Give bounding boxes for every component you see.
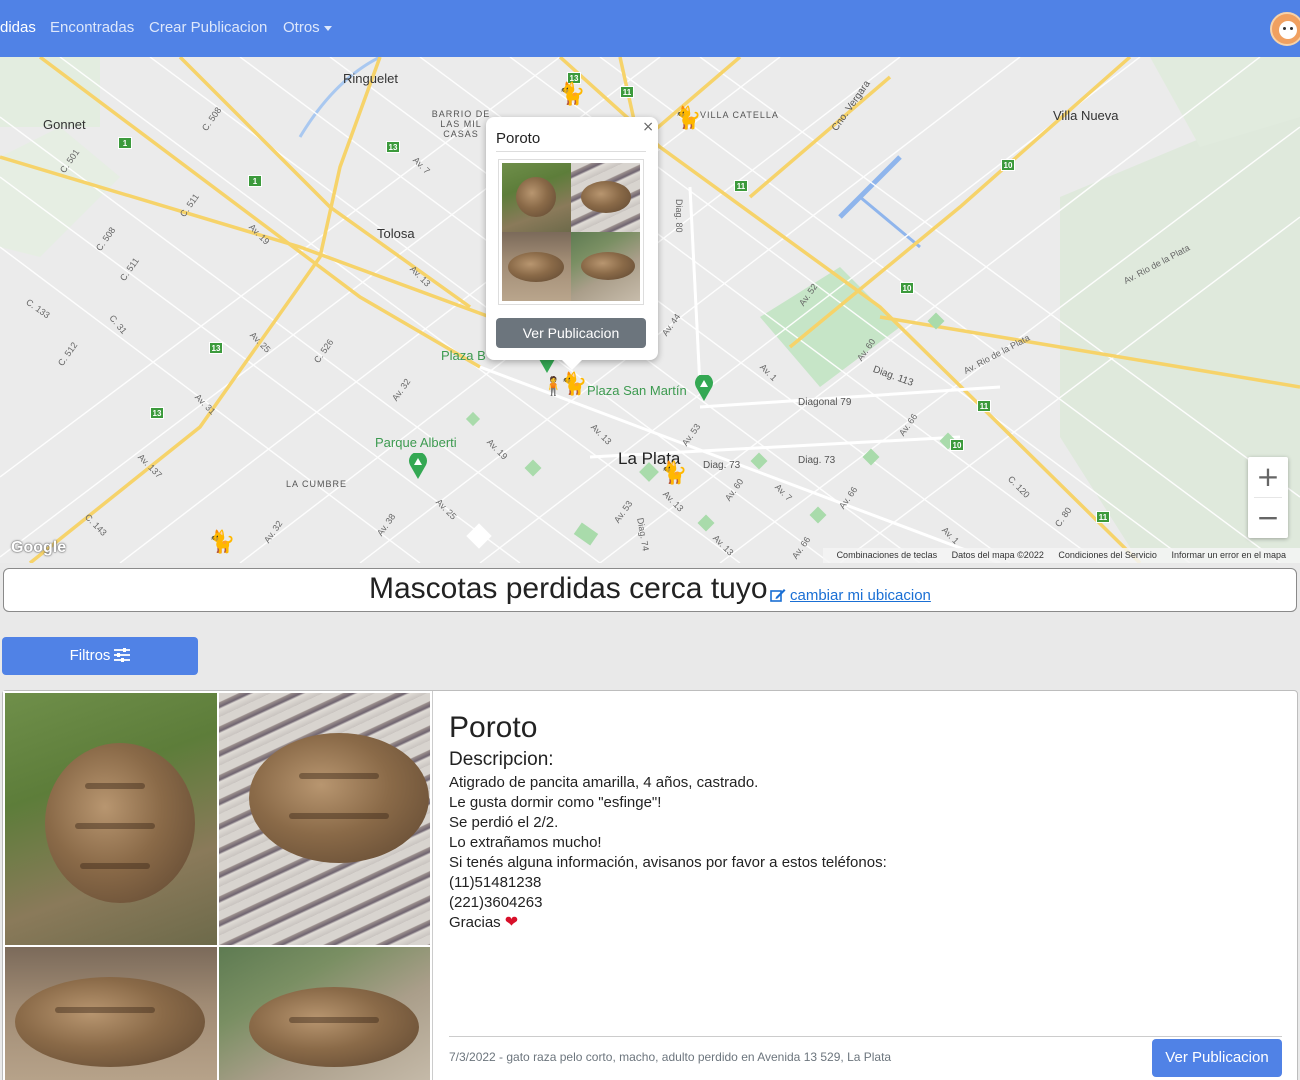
map[interactable]: Ringuelet Gonnet Tolosa Villa Nueva VILL…: [0, 57, 1300, 563]
card-photo-grid[interactable]: [3, 691, 433, 1080]
card-description-heading: Descripcion:: [449, 749, 554, 770]
route-shield: 11: [1096, 511, 1110, 523]
description-line: Lo extrañamos mucho!: [449, 834, 602, 851]
map-footer: Combinaciones de teclas Datos del mapa ©…: [822, 548, 1300, 563]
avatar-eye: [1283, 27, 1286, 30]
description-line: (11)51481238: [449, 874, 542, 891]
nav-encontradas[interactable]: Encontradas: [50, 19, 134, 36]
caret-down-icon: [323, 25, 332, 31]
nav-otros-label: Otros: [283, 19, 320, 36]
change-location-link[interactable]: cambiar mi ubicacion: [770, 587, 931, 604]
map-road-label: Diag. 80: [674, 199, 684, 233]
card-divider: [449, 1036, 1282, 1037]
description-line: Se perdió el 2/2.: [449, 814, 559, 831]
cat-marker-icon[interactable]: 🐈: [208, 531, 235, 553]
infowindow-divider: [496, 151, 646, 152]
user-location-icon: 🧍: [542, 376, 565, 396]
page-title: Mascotas perdidas cerca tuyo: [369, 572, 768, 605]
cat-photo: [502, 232, 571, 301]
cat-marker-icon[interactable]: 🐈: [674, 107, 701, 129]
route-shield: 10: [900, 282, 914, 294]
description-line: Gracias: [449, 914, 501, 931]
penguin-avatar-icon[interactable]: [1270, 12, 1300, 46]
route-shield: 13: [150, 407, 164, 419]
infowindow-title: Poroto: [496, 130, 541, 147]
route-shield: 11: [620, 86, 634, 98]
nav-perdidas[interactable]: didas: [0, 19, 36, 36]
edit-icon: [770, 589, 786, 602]
zoom-controls: + −: [1248, 457, 1288, 538]
route-shield: 1: [248, 175, 262, 187]
heart-icon: ❤: [504, 914, 519, 931]
map-label-plaza-b: Plaza B: [441, 348, 486, 363]
nearby-heading-box: Mascotas perdidas cerca tuyo cambiar mi …: [3, 568, 1297, 612]
cat-photo: [502, 163, 571, 232]
map-label-diag-73a: Diag. 73: [703, 460, 741, 471]
cat-photo: [571, 232, 640, 301]
map-report-error-link[interactable]: Informar un error en el mapa: [1171, 550, 1286, 560]
map-label-tolosa: Tolosa: [377, 226, 415, 241]
map-infowindow: Poroto × Ver Publicacion: [486, 117, 658, 370]
nav-crear-publicacion[interactable]: Crear Publicacion: [149, 19, 267, 36]
map-label-gonnet: Gonnet: [43, 117, 86, 132]
route-shield: 1: [118, 137, 132, 149]
zoom-in-button[interactable]: +: [1248, 457, 1288, 497]
cat-marker-icon[interactable]: 🐈: [660, 462, 687, 484]
map-label-villa-nueva: Villa Nueva: [1053, 108, 1119, 123]
cat-photo: [5, 947, 217, 1080]
map-label-parque-alberti: Parque Alberti: [375, 435, 457, 450]
infowindow-ver-publicacion-button[interactable]: Ver Publicacion: [496, 318, 646, 348]
map-keyboard-shortcuts-link[interactable]: Combinaciones de teclas: [837, 550, 938, 560]
filters-label: Filtros: [69, 647, 111, 664]
description-line: Atigrado de pancita amarilla, 4 años, ca…: [449, 774, 759, 791]
google-logo: Google: [11, 539, 67, 556]
route-shield: 13: [209, 342, 223, 354]
route-shield: 13: [386, 141, 400, 153]
route-shield: 11: [977, 400, 991, 412]
filters-button[interactable]: Filtros: [2, 637, 198, 675]
map-label-villa-catella: VILLA CATELLA: [700, 110, 779, 120]
map-label-ringuelet: Ringuelet: [343, 71, 398, 86]
navbar: didas Encontradas Crear Publicacion Otro…: [0, 0, 1300, 57]
route-shield: 10: [950, 439, 964, 451]
description-line: (221)3604263: [449, 894, 543, 911]
map-label-diagonal-79: Diagonal 79: [798, 397, 852, 408]
sliders-icon: [114, 648, 131, 662]
description-line-thanks: Gracias ❤: [449, 913, 1269, 933]
card-pet-name: Poroto: [449, 711, 538, 744]
avatar-face: [1279, 21, 1297, 39]
avatar-eye: [1290, 27, 1293, 30]
map-terms-link[interactable]: Condiciones del Servicio: [1058, 550, 1157, 560]
description-line: Si tenés alguna información, avisanos po…: [449, 854, 887, 871]
cat-photo: [571, 163, 640, 232]
cat-photo: [5, 693, 217, 945]
infowindow-photo: [498, 159, 644, 305]
close-icon[interactable]: ×: [642, 119, 654, 135]
nav-otros-dropdown[interactable]: Otros: [283, 19, 332, 36]
route-shield: 10: [1001, 159, 1015, 171]
ver-publicacion-button[interactable]: Ver Publicacion: [1152, 1039, 1282, 1077]
map-label-la-cumbre: LA CUMBRE: [286, 479, 348, 489]
cat-marker-icon[interactable]: 🐈: [558, 83, 585, 105]
cat-photo: [218, 693, 430, 945]
zoom-out-button[interactable]: −: [1248, 498, 1288, 538]
change-location-label: cambiar mi ubicacion: [790, 587, 931, 604]
card-description: Atigrado de pancita amarilla, 4 años, ca…: [449, 773, 1269, 933]
cat-photo: [218, 947, 430, 1080]
card-meta: 7/3/2022 - gato raza pelo corto, macho, …: [449, 1050, 892, 1064]
description-line: Le gusta dormir como "esfinge"!: [449, 794, 662, 811]
map-data-attribution: Datos del mapa ©2022: [951, 550, 1044, 560]
route-shield: 11: [734, 180, 748, 192]
map-label-plaza-san-martin: Plaza San Martín: [587, 383, 687, 398]
lost-pet-card: Poroto Descripcion: Atigrado de pancita …: [2, 690, 1298, 1080]
park-tree-icon: [409, 453, 427, 479]
map-label-diag-73b: Diag. 73: [798, 455, 836, 466]
park-tree-icon: [695, 375, 713, 401]
